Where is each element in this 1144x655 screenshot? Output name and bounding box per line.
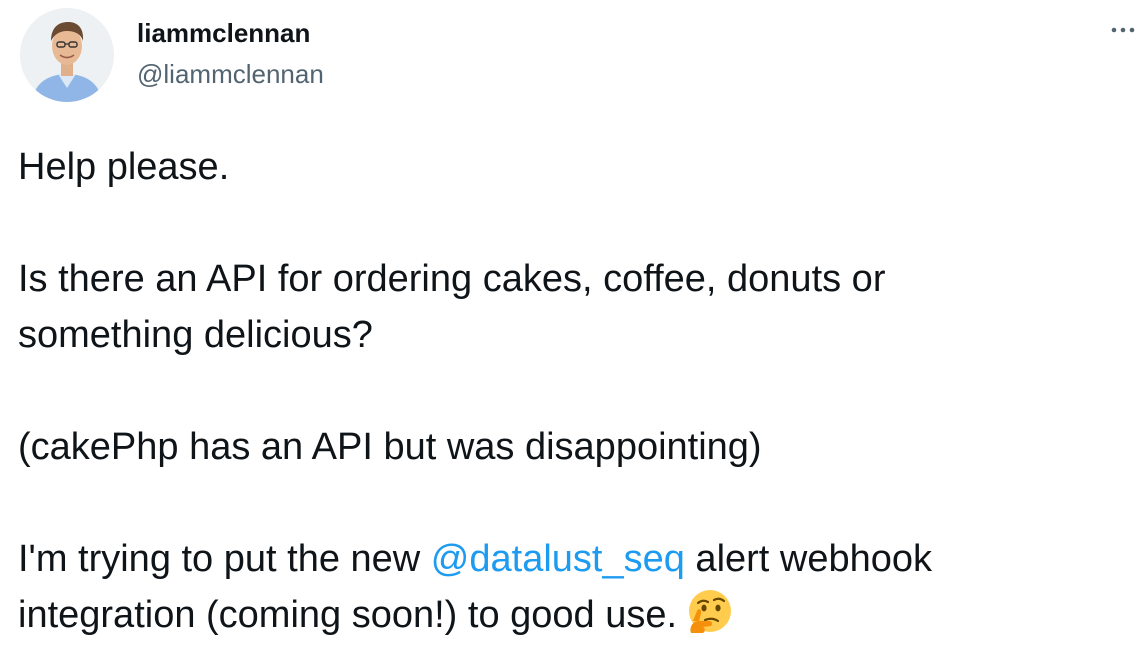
tweet-line: something delicious?: [18, 314, 373, 356]
thinking-face-icon: [683, 587, 735, 639]
tweet-line: I'm trying to put the new @datalust_seq …: [18, 531, 1138, 587]
tweet: liammclennan @liammclennan Help please. …: [0, 0, 1144, 650]
avatar[interactable]: [20, 8, 114, 102]
more-horizontal-icon: [1111, 27, 1135, 33]
tweet-text-segment: alert webhook: [684, 538, 933, 580]
avatar-photo: [20, 8, 114, 102]
tweet-text: Help please. Is there an API for orderin…: [18, 139, 1138, 643]
handle[interactable]: @liammclennan: [137, 58, 324, 90]
more-options-button[interactable]: [1108, 18, 1142, 42]
tweet-text-segment: integration (coming soon!) to good use.: [18, 594, 678, 636]
tweet-line: (cakePhp has an API but was disappointin…: [18, 426, 762, 468]
display-name[interactable]: liammclennan: [137, 17, 310, 49]
tweet-line: Help please.: [18, 146, 230, 188]
tweet-text-segment: I'm trying to put the new: [18, 538, 431, 580]
mention-link[interactable]: @datalust_seq: [431, 538, 685, 580]
tweet-line: integration (coming soon!) to good use.: [18, 587, 1138, 643]
tweet-line: Is there an API for ordering cakes, coff…: [18, 258, 886, 300]
